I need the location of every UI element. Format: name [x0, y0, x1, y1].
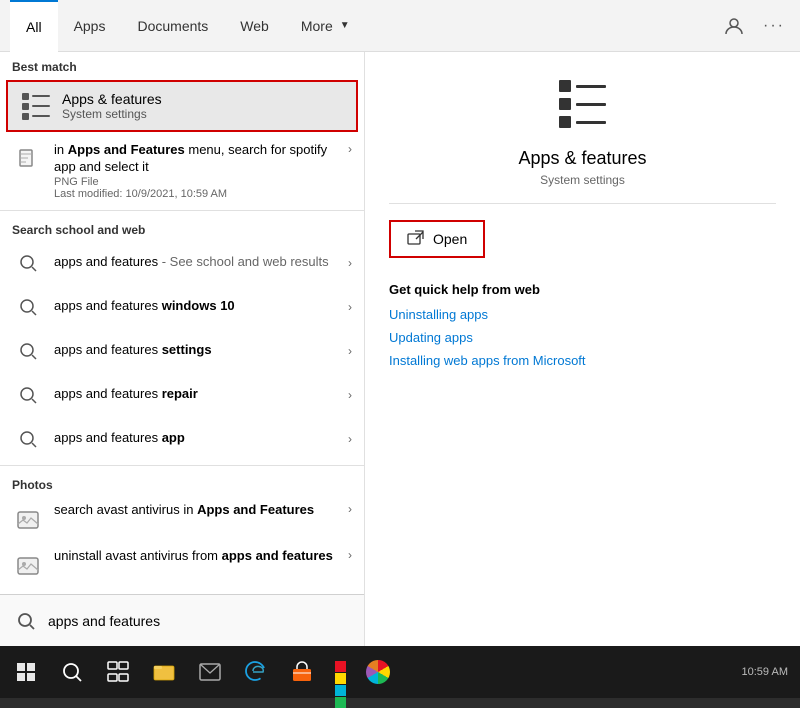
- taskbar: 10:59 AM: [0, 646, 800, 698]
- photos-result-1-title: search avast antivirus in Apps and Featu…: [54, 502, 344, 519]
- photos-result-2-chevron: ›: [348, 548, 352, 562]
- web-result-2-chevron: ›: [348, 300, 352, 314]
- edge-button[interactable]: [234, 650, 278, 694]
- start-button[interactable]: [4, 650, 48, 694]
- apps-features-large-icon: [551, 72, 615, 136]
- taskbar-search-button[interactable]: [50, 650, 94, 694]
- file-result-chevron: ›: [348, 142, 352, 156]
- web-result-repair[interactable]: apps and features repair ›: [0, 373, 364, 417]
- best-match-item[interactable]: Apps & features System settings: [6, 80, 358, 132]
- best-match-subtitle: System settings: [62, 107, 162, 121]
- best-match-text: Apps & features System settings: [62, 91, 162, 121]
- web-result-apps-features[interactable]: apps and features - See school and web r…: [0, 241, 364, 285]
- web-result-3-chevron: ›: [348, 344, 352, 358]
- tab-documents[interactable]: Documents: [121, 0, 224, 52]
- more-options-icon[interactable]: ···: [758, 10, 790, 42]
- tab-bar: All Apps Documents Web More ▼ ···: [0, 0, 800, 52]
- color-circle-button[interactable]: [356, 650, 400, 694]
- quick-help-link-installing[interactable]: Installing web apps from Microsoft: [389, 353, 776, 368]
- quick-help-link-updating[interactable]: Updating apps: [389, 330, 776, 345]
- photos-icon-2: [12, 550, 44, 582]
- photos-result-2-title: uninstall avast antivirus from apps and …: [54, 548, 344, 565]
- right-divider: [389, 203, 776, 204]
- web-result-2-title: apps and features windows 10: [54, 298, 344, 315]
- search-circle-icon-3: [12, 335, 44, 367]
- search-input[interactable]: [48, 613, 352, 629]
- file-result-date: Last modified: 10/9/2021, 10:59 AM: [54, 188, 344, 200]
- photos-result-1-chevron: ›: [348, 502, 352, 516]
- divider-1: [0, 210, 364, 211]
- right-app-title: Apps & features: [389, 148, 776, 169]
- main-content: Best match: [0, 52, 800, 646]
- web-result-4-title: apps and features repair: [54, 386, 344, 403]
- search-bar-icon: [12, 607, 40, 635]
- tabs-right-actions: ···: [718, 10, 790, 42]
- mail-button[interactable]: [188, 650, 232, 694]
- web-result-3-content: apps and features settings: [54, 342, 344, 359]
- right-app-sub: System settings: [389, 173, 776, 187]
- photos-result-1[interactable]: search avast antivirus in Apps and Featu…: [0, 496, 364, 542]
- apps-features-small-icon: [20, 90, 52, 122]
- photos-icon: [12, 504, 44, 536]
- chevron-down-icon: ▼: [340, 20, 350, 31]
- search-bar: [0, 594, 364, 646]
- search-school-label: Search school and web: [0, 215, 364, 241]
- photos-label: Photos: [0, 470, 364, 496]
- tab-apps[interactable]: Apps: [58, 0, 122, 52]
- tiles-button[interactable]: [326, 658, 354, 686]
- web-result-app[interactable]: apps and features app ›: [0, 417, 364, 461]
- web-result-windows10[interactable]: apps and features windows 10 ›: [0, 285, 364, 329]
- best-match-title: Apps & features: [62, 91, 162, 107]
- photos-result-2-content: uninstall avast antivirus from apps and …: [54, 548, 344, 565]
- tab-all[interactable]: All: [10, 0, 58, 52]
- web-result-settings[interactable]: apps and features settings ›: [0, 329, 364, 373]
- file-explorer-button[interactable]: [142, 650, 186, 694]
- open-icon: [407, 230, 425, 248]
- web-result-5-title: apps and features app: [54, 430, 344, 447]
- best-match-label: Best match: [0, 52, 364, 78]
- user-icon[interactable]: [718, 10, 750, 42]
- system-time: 10:59 AM: [742, 666, 788, 678]
- file-result-title: in Apps and Features menu, search for sp…: [54, 142, 344, 176]
- web-result-1-content: apps and features - See school and web r…: [54, 254, 344, 271]
- file-result-content: in Apps and Features menu, search for sp…: [54, 142, 344, 200]
- web-result-2-content: apps and features windows 10: [54, 298, 344, 315]
- web-result-1-chevron: ›: [348, 256, 352, 270]
- search-circle-icon-5: [12, 423, 44, 455]
- photos-result-1-content: search avast antivirus in Apps and Featu…: [54, 502, 344, 519]
- store-button[interactable]: [280, 650, 324, 694]
- task-view-button[interactable]: [96, 650, 140, 694]
- tab-web[interactable]: Web: [224, 0, 285, 52]
- open-label: Open: [433, 231, 467, 247]
- left-panel: Best match: [0, 52, 365, 646]
- quick-help-link-uninstalling[interactable]: Uninstalling apps: [389, 307, 776, 322]
- photos-result-2[interactable]: uninstall avast antivirus from apps and …: [0, 542, 364, 588]
- quick-help-title: Get quick help from web: [389, 282, 776, 297]
- right-panel: Apps & features System settings Open Get…: [365, 52, 800, 646]
- open-button[interactable]: Open: [389, 220, 485, 258]
- divider-2: [0, 465, 364, 466]
- file-result-type: PNG File: [54, 176, 344, 188]
- app-icon-container: [389, 72, 776, 136]
- web-result-3-title: apps and features settings: [54, 342, 344, 359]
- web-result-1-title: apps and features - See school and web r…: [54, 254, 344, 271]
- search-circle-icon-4: [12, 379, 44, 411]
- start-menu: All Apps Documents Web More ▼ ···: [0, 0, 800, 698]
- web-result-4-chevron: ›: [348, 388, 352, 402]
- search-circle-icon: [12, 247, 44, 279]
- file-icon: [12, 144, 44, 176]
- file-result-item[interactable]: in Apps and Features menu, search for sp…: [0, 134, 364, 206]
- search-circle-icon-2: [12, 291, 44, 323]
- web-result-5-chevron: ›: [348, 432, 352, 446]
- web-result-5-content: apps and features app: [54, 430, 344, 447]
- web-result-4-content: apps and features repair: [54, 386, 344, 403]
- tab-more[interactable]: More ▼: [285, 0, 366, 52]
